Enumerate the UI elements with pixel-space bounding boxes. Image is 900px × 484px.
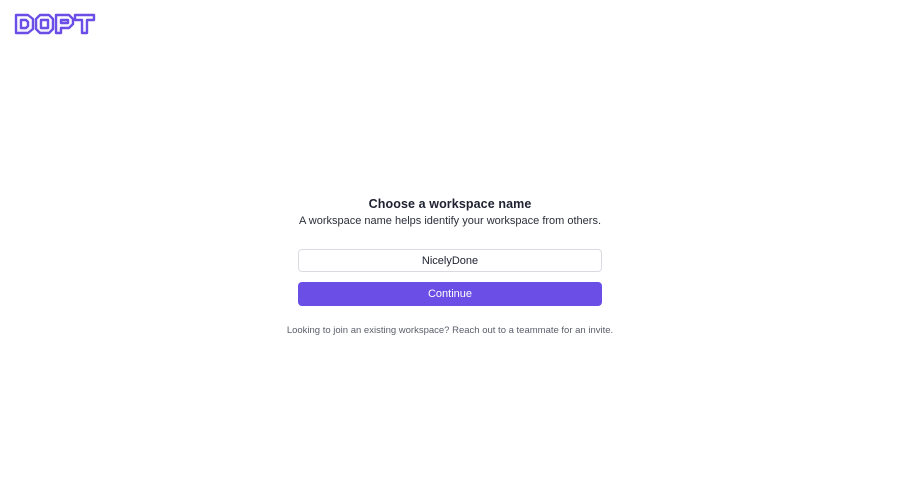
- continue-button[interactable]: Continue: [298, 282, 602, 306]
- page-subtitle: A workspace name helps identify your wor…: [298, 215, 602, 227]
- join-existing-workspace-note: Looking to join an existing workspace? R…: [286, 325, 614, 336]
- workspace-name-input[interactable]: [298, 249, 602, 272]
- page-title: Choose a workspace name: [368, 197, 532, 211]
- workspace-name-form: Choose a workspace name A workspace name…: [0, 0, 900, 484]
